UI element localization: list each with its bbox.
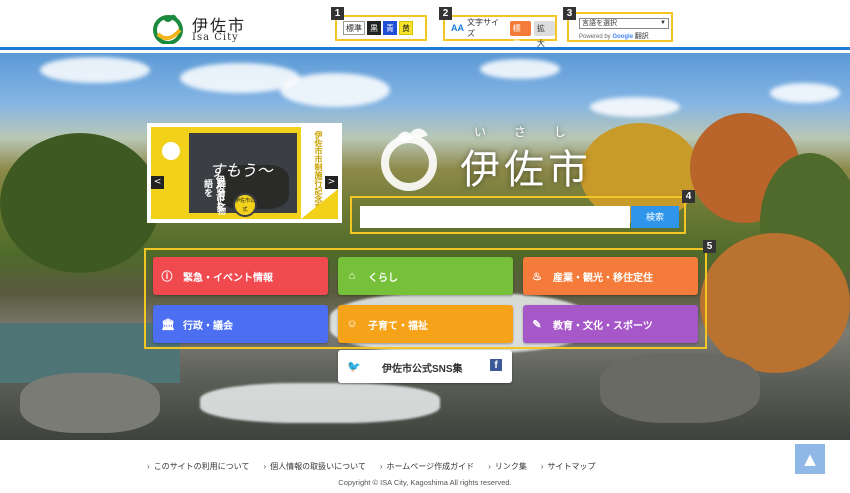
footer-link[interactable]: ホームページ作成ガイド xyxy=(380,461,475,472)
color-blue-button[interactable]: 青 xyxy=(383,21,397,35)
slider-prev-icon[interactable]: < xyxy=(151,176,164,189)
color-black-button[interactable]: 黒 xyxy=(367,21,381,35)
education-icon: ✎ xyxy=(532,318,542,331)
search-input[interactable] xyxy=(360,206,630,228)
tourism-icon: ♨ xyxy=(532,270,542,283)
site-search: 4 検索 xyxy=(350,190,695,234)
footer-links: このサイトの利用について 個人情報の取扱いについて ホームページ作成ガイド リンク集 サ… xyxy=(147,461,596,472)
facebook-icon: f xyxy=(490,359,502,371)
search-button[interactable]: 検索 xyxy=(631,206,679,228)
annotation-number: 5 xyxy=(703,240,716,253)
rock xyxy=(600,353,760,423)
cloud xyxy=(280,73,390,107)
banner-circle-graphic xyxy=(155,135,187,167)
dropdown-arrow-icon: ▼ xyxy=(660,20,666,26)
cloud xyxy=(590,97,680,117)
annotation-number: 1 xyxy=(331,7,344,20)
footer-link[interactable]: このサイトの利用について xyxy=(147,461,250,472)
category-button[interactable]: ☺ 子育て・福祉 xyxy=(338,305,513,343)
category-label: 産業・観光・移住定住 xyxy=(553,272,653,284)
annotation-number: 2 xyxy=(439,7,452,20)
font-size-icon: AA xyxy=(451,23,464,33)
banner-slider[interactable]: すもう〜 伊佐市を 舞台に物語を 伊佐市公式 伊佐市市制施行記念事業 < > xyxy=(147,123,342,223)
category-button[interactable]: ⓘ 緊急・イベント情報 xyxy=(153,257,328,295)
color-yellow-button[interactable]: 黄 xyxy=(399,21,413,35)
category-label: くらし xyxy=(368,272,398,284)
twitter-icon: 🐦 xyxy=(347,361,361,373)
sns-button[interactable]: 🐦 伊佐市公式SNS集 f xyxy=(338,350,512,383)
category-label: 子育て・福祉 xyxy=(368,320,428,332)
hero-section: い さ し 伊佐市 すもう〜 伊佐市を 舞台に物語を 伊佐市公式 伊佐市市制施行… xyxy=(0,53,850,440)
annotation-number: 4 xyxy=(682,190,695,203)
footer-link[interactable]: サイトマップ xyxy=(541,461,596,472)
logo-english-name: Isa City xyxy=(192,32,239,43)
cloud xyxy=(480,59,560,79)
government-icon: 🏛 xyxy=(161,318,175,331)
powered-by-google: Powered by Google 翻訳 xyxy=(579,31,649,41)
banner-triangle-graphic xyxy=(301,189,338,219)
slider-next-icon[interactable]: > xyxy=(325,176,338,189)
font-size-standard-button[interactable]: 標準 xyxy=(509,20,531,48)
category-label: 教育・文化・スポーツ xyxy=(553,320,653,332)
cloud xyxy=(770,83,840,103)
language-select[interactable]: 言語を選択 ▼ xyxy=(579,18,669,29)
info-icon: ⓘ xyxy=(161,271,173,283)
banner-right-panel: 伊佐市市制施行記念事業 xyxy=(301,127,338,219)
category-button[interactable]: ⌂ くらし xyxy=(338,257,513,295)
site-header: 伊佐市 Isa City 1 標準 黒 青 黄 2 AA 文字サイズ 標準 拡大… xyxy=(0,0,850,50)
category-label: 行政・議会 xyxy=(183,320,233,332)
tree xyxy=(700,233,850,373)
site-logo[interactable]: 伊佐市 Isa City xyxy=(152,10,262,46)
translate-link[interactable]: 翻訳 xyxy=(635,33,649,40)
banner-slide[interactable]: すもう〜 伊佐市を 舞台に物語を 伊佐市公式 伊佐市市制施行記念事業 < > xyxy=(151,127,338,219)
font-size-group: 2 AA 文字サイズ 標準 拡大 xyxy=(439,7,557,48)
city-emblem-icon xyxy=(153,14,183,44)
hero-emblem-icon xyxy=(381,128,437,191)
footer-link[interactable]: 個人情報の取扱いについて xyxy=(263,461,366,472)
site-footer: このサイトの利用について 個人情報の取扱いについて ホームページ作成ガイド リンク集 サ… xyxy=(0,440,850,493)
font-size-label: 文字サイズ xyxy=(467,18,499,38)
copyright: Copyright © ISA City, Kagoshima All righ… xyxy=(338,478,512,487)
category-button[interactable]: ♨ 産業・観光・移住定住 xyxy=(523,257,698,295)
color-change-group: 1 標準 黒 青 黄 xyxy=(331,7,427,41)
banner-vertical-text: 舞台に物語を xyxy=(202,179,225,215)
sns-label: 伊佐市公式SNS集 xyxy=(382,364,463,375)
annotation-number: 3 xyxy=(563,7,576,20)
language-select-value: 言語を選択 xyxy=(582,20,617,27)
rock xyxy=(20,373,160,433)
category-button[interactable]: 🏛 行政・議会 xyxy=(153,305,328,343)
hero-city-name: 伊佐市 xyxy=(460,147,592,193)
page-top-button[interactable]: ▲ xyxy=(795,444,825,474)
footer-link[interactable]: リンク集 xyxy=(488,461,527,472)
childcare-icon: ☺ xyxy=(346,318,358,330)
tree xyxy=(0,133,160,273)
banner-badge: 伊佐市公式 xyxy=(233,193,257,217)
home-icon: ⌂ xyxy=(348,270,356,282)
cloud xyxy=(40,57,150,83)
google-logo: Google xyxy=(612,34,634,40)
translate-group: 3 言語を選択 ▼ Powered by Google 翻訳 xyxy=(563,7,673,42)
color-standard-button[interactable]: 標準 xyxy=(343,21,365,35)
powered-by-label: Powered by xyxy=(579,34,611,40)
font-size-large-button[interactable]: 拡大 xyxy=(533,20,555,48)
category-button[interactable]: ✎ 教育・文化・スポーツ xyxy=(523,305,698,343)
hero-city-logo: い さ し 伊佐市 xyxy=(374,123,594,193)
waterfall xyxy=(200,383,440,423)
category-label: 緊急・イベント情報 xyxy=(183,272,273,284)
